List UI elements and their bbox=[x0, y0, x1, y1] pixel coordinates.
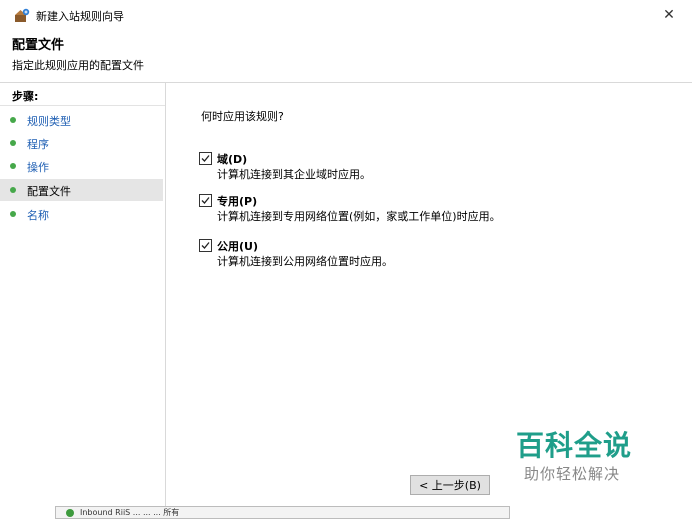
step-action[interactable]: 操作 bbox=[0, 155, 163, 177]
option-description: 计算机连接到其企业域时应用。 bbox=[217, 168, 371, 181]
step-label: 操作 bbox=[27, 161, 49, 174]
close-button[interactable]: ✕ bbox=[646, 0, 692, 30]
checkmark-icon bbox=[201, 197, 210, 204]
step-label: 程序 bbox=[27, 138, 49, 151]
question-text: 何时应用该规则? bbox=[201, 110, 284, 123]
step-label: 名称 bbox=[27, 209, 49, 222]
background-row-text: Inbound RiiS ... ... ... 所有 bbox=[80, 508, 180, 517]
option-description: 计算机连接到公用网络位置时应用。 bbox=[217, 255, 393, 268]
page-subtitle: 指定此规则应用的配置文件 bbox=[12, 59, 144, 72]
steps-divider bbox=[0, 105, 165, 106]
step-label: 规则类型 bbox=[27, 115, 71, 128]
domain-checkbox[interactable] bbox=[199, 152, 212, 165]
watermark-subtitle: 助你轻松解决 bbox=[524, 465, 621, 483]
steps-pane: 步骤: 规则类型 程序 操作 配置文件 名称 bbox=[0, 83, 166, 519]
firewall-icon bbox=[14, 7, 30, 23]
checkmark-icon bbox=[201, 155, 210, 162]
option-title: 公用(U) bbox=[217, 240, 258, 253]
step-bullet-icon bbox=[10, 187, 16, 193]
window-title: 新建入站规则向导 bbox=[36, 10, 124, 23]
back-button[interactable]: < 上一步(B) bbox=[410, 475, 490, 495]
wizard-header: 配置文件 指定此规则应用的配置文件 bbox=[0, 30, 692, 83]
option-title: 专用(P) bbox=[217, 195, 258, 208]
page-title: 配置文件 bbox=[12, 38, 65, 53]
step-profile[interactable]: 配置文件 bbox=[0, 179, 163, 201]
step-bullet-icon bbox=[10, 117, 16, 123]
step-program[interactable]: 程序 bbox=[0, 132, 163, 154]
wizard-window: 新建入站规则向导 ✕ 配置文件 指定此规则应用的配置文件 步骤: 规则类型 程序… bbox=[0, 0, 692, 519]
public-checkbox[interactable] bbox=[199, 239, 212, 252]
option-title: 域(D) bbox=[217, 153, 248, 166]
checkmark-icon bbox=[201, 242, 210, 249]
option-description: 计算机连接到专用网络位置(例如，家或工作单位)时应用。 bbox=[217, 210, 501, 223]
step-bullet-icon bbox=[10, 140, 16, 146]
watermark-title: 百科全说 bbox=[516, 429, 633, 462]
step-name[interactable]: 名称 bbox=[0, 203, 163, 225]
title-bar: 新建入站规则向导 ✕ bbox=[0, 0, 692, 30]
steps-heading: 步骤: bbox=[12, 90, 39, 103]
allow-rule-icon bbox=[66, 509, 74, 517]
private-checkbox[interactable] bbox=[199, 194, 212, 207]
close-icon: ✕ bbox=[663, 7, 675, 23]
watermark: 百科全说 助你轻松解决 bbox=[492, 410, 667, 495]
background-window-strip: Inbound RiiS ... ... ... 所有 bbox=[55, 506, 510, 519]
step-bullet-icon bbox=[10, 211, 16, 217]
step-label: 配置文件 bbox=[27, 185, 71, 198]
step-rule-type[interactable]: 规则类型 bbox=[0, 109, 163, 131]
step-bullet-icon bbox=[10, 163, 16, 169]
